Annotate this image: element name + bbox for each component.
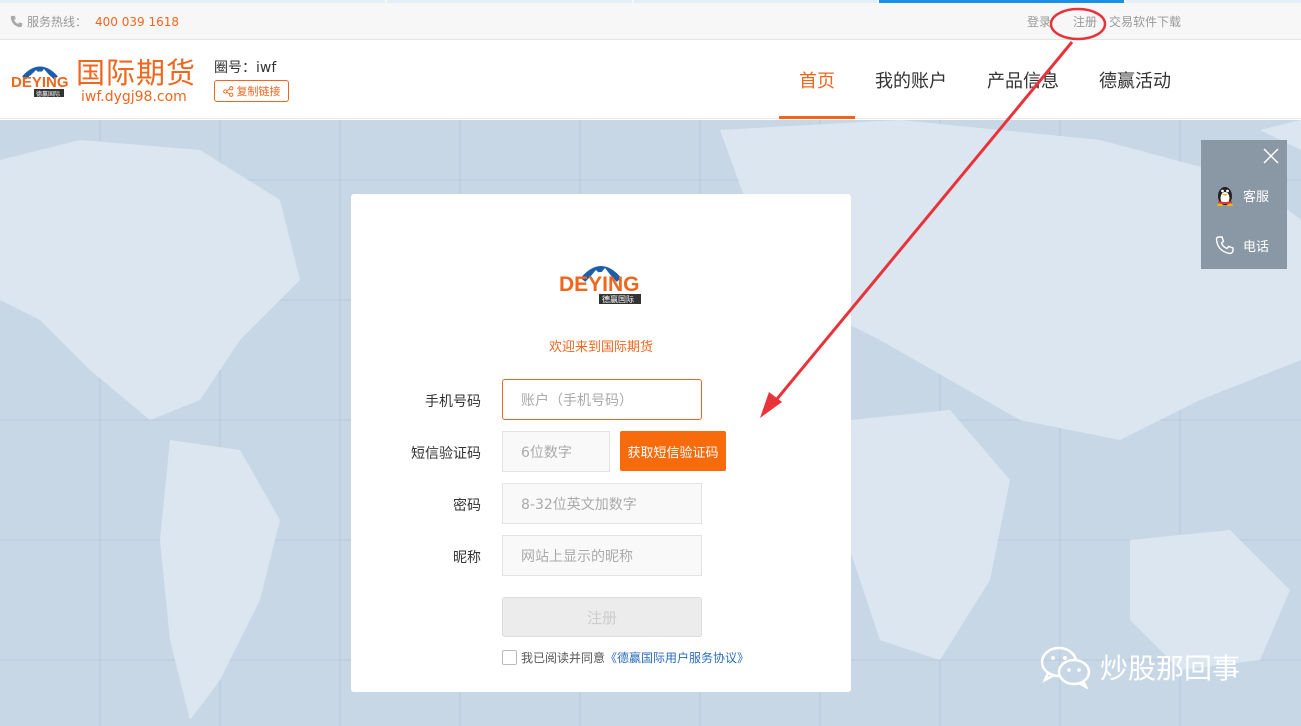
nickname-input[interactable]: 网站上显示的昵称 <box>502 535 702 576</box>
top-strip <box>0 0 385 3</box>
share-icon <box>222 85 233 97</box>
wechat-watermark: 炒股那回事 <box>1040 645 1240 689</box>
register-button[interactable]: 注册 <box>502 597 702 637</box>
top-strip <box>1126 0 1301 3</box>
top-links: 登录 注册 交易软件下载 <box>1027 13 1181 30</box>
nav-home[interactable]: 首页 <box>779 40 855 119</box>
password-placeholder: 8-32位英文加数字 <box>521 496 637 513</box>
software-download-link[interactable]: 交易软件下载 <box>1109 13 1181 30</box>
nickname-label: 昵称 <box>453 550 481 566</box>
nav-products[interactable]: 产品信息 <box>967 40 1079 119</box>
main-nav: 首页 我的账户 产品信息 德赢活动 <box>779 40 1191 119</box>
phone-label: 手机号码 <box>425 394 481 410</box>
phone-icon <box>1215 236 1234 255</box>
phone-icon <box>10 15 23 28</box>
wechat-icon <box>1040 646 1091 689</box>
agreement-row: 我已阅读并同意 《德赢国际用户服务协议》 <box>502 649 749 666</box>
nav-my-account[interactable]: 我的账户 <box>855 40 967 119</box>
agree-text: 我已阅读并同意 <box>521 651 606 665</box>
watermark-text: 炒股那回事 <box>1100 652 1241 685</box>
deying-logo[interactable]: DEYING 德赢国际 <box>10 62 70 98</box>
hotline-number: 400 039 1618 <box>95 14 179 29</box>
sms-code-label: 短信验证码 <box>411 446 481 462</box>
password-input[interactable]: 8-32位英文加数字 <box>502 483 702 524</box>
top-strip <box>634 0 877 3</box>
phone-contact-label: 电话 <box>1243 239 1270 255</box>
logo-text: DEYING <box>11 74 69 91</box>
circle-id: 圈号：iwf <box>214 60 277 76</box>
register-card: DEYING 德赢国际 欢迎来到国际期货 手机号码 账户（手机号码） 短信验证码… <box>351 194 851 692</box>
register-link[interactable]: 注册 <box>1073 13 1097 30</box>
top-bar: 服务热线： 400 039 1618 登录 注册 交易软件下载 <box>0 0 1301 40</box>
nickname-placeholder: 网站上显示的昵称 <box>521 548 633 565</box>
hotline-label: 服务热线： <box>27 15 88 29</box>
logo-sub: 德赢国际 <box>36 90 60 98</box>
brand-url[interactable]: iwf.dygj98.com <box>81 89 187 105</box>
customer-service-label: 客服 <box>1243 189 1270 205</box>
welcome-text: 欢迎来到国际期货 <box>548 340 653 355</box>
service-agreement-link[interactable]: 《德赢国际用户服务协议》 <box>605 649 749 666</box>
login-link[interactable]: 登录 <box>1027 13 1051 30</box>
phone-contact-button[interactable]: 电话 <box>1215 235 1269 255</box>
phone-placeholder: 账户（手机号码） <box>521 392 633 409</box>
phone-input[interactable]: 账户（手机号码） <box>502 379 702 420</box>
floating-service-panel: 客服 电话 <box>1201 140 1287 269</box>
copy-link-label: 复制链接 <box>236 85 281 98</box>
get-sms-code-button[interactable]: 获取短信验证码 <box>620 431 726 471</box>
password-label: 密码 <box>453 498 481 514</box>
brand-title: 国际期货 <box>76 56 197 90</box>
copy-link-button[interactable]: 复制链接 <box>214 80 289 102</box>
card-logo-sub: 德赢国际 <box>602 294 634 304</box>
sms-code-input[interactable]: 6位数字 <box>502 431 610 472</box>
top-strip <box>387 0 632 3</box>
card-deying-logo: DEYING 德赢国际 <box>559 266 641 304</box>
nav-activities[interactable]: 德赢活动 <box>1079 40 1191 119</box>
top-strip-active <box>879 0 1124 3</box>
service-hotline: 服务热线： 400 039 1618 <box>10 13 179 30</box>
close-icon[interactable] <box>1263 148 1279 164</box>
sms-code-placeholder: 6位数字 <box>521 444 572 461</box>
customer-service-button[interactable]: 客服 <box>1215 184 1269 206</box>
card-logo-text: DEYING <box>559 273 640 296</box>
header: DEYING 德赢国际 国际期货 iwf.dygj98.com 圈号：iwf 复… <box>0 40 1301 119</box>
qq-penguin-icon <box>1217 187 1233 206</box>
agree-checkbox[interactable] <box>502 650 517 665</box>
